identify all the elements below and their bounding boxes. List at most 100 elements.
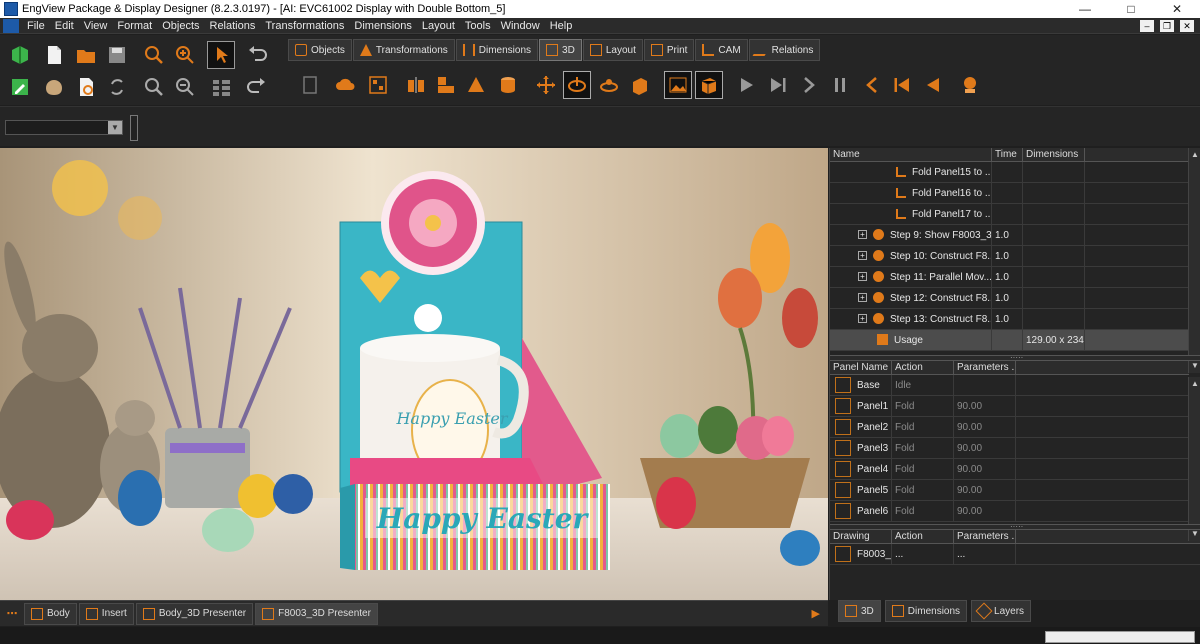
view-combo[interactable]: ▼ [5, 120, 123, 135]
zoom-in-icon[interactable] [171, 41, 199, 69]
open-folder-icon[interactable] [72, 41, 100, 69]
cell-action[interactable]: Fold [892, 395, 954, 417]
tab-cam[interactable]: CAM [695, 39, 748, 61]
tab-objects[interactable]: Objects [288, 39, 352, 61]
cell-parameter[interactable]: ... [954, 543, 1016, 565]
menu-dimensions[interactable]: Dimensions [349, 20, 416, 32]
tab-body-3d-presenter[interactable]: Body_3D Presenter [135, 602, 254, 625]
maximize-button[interactable]: □ [1108, 0, 1154, 18]
expand-icon[interactable]: + [858, 314, 867, 324]
table-row[interactable]: Base Idle [830, 374, 1189, 396]
play-icon[interactable] [732, 71, 760, 99]
table-row[interactable]: Fold Panel16 to ... [830, 182, 1189, 204]
cell-parameter[interactable]: 90.00 [954, 395, 1016, 417]
tab-3d-panel[interactable]: 3D [838, 600, 881, 622]
col-dimensions[interactable]: Dimensions [1023, 148, 1085, 161]
tab-dimensions-panel[interactable]: Dimensions [884, 600, 968, 622]
tab-dimensions[interactable]: Dimensions [455, 39, 539, 61]
chevron-right-icon[interactable]: ▶ [812, 607, 820, 620]
rotate-icon[interactable] [563, 71, 591, 99]
panels-icon[interactable] [364, 71, 392, 99]
cylinder-icon[interactable] [494, 71, 522, 99]
table-row[interactable]: Panel1 Fold 90.00 [830, 395, 1189, 417]
col-parameters[interactable]: Parameters ... [954, 361, 1016, 374]
select-arrow-icon[interactable] [207, 41, 235, 69]
minimize-button[interactable]: — [1062, 0, 1108, 18]
table-row[interactable]: + Step 11: Parallel Mov... 1.0 [830, 266, 1189, 288]
cell-parameter[interactable]: 90.00 [954, 416, 1016, 438]
col-action[interactable]: Action [892, 530, 954, 543]
save-icon[interactable] [103, 41, 131, 69]
tab-print[interactable]: Print [643, 39, 695, 61]
image-icon[interactable] [664, 71, 692, 99]
menu-objects[interactable]: Objects [157, 20, 204, 32]
zoom-fit-icon[interactable] [140, 73, 168, 101]
light-icon[interactable] [956, 71, 984, 99]
cell-action[interactable]: Fold [892, 458, 954, 480]
chevron-down-icon[interactable]: ▼ [108, 121, 122, 134]
close-button[interactable]: ✕ [1154, 0, 1200, 18]
scroll-up-icon[interactable]: ▲ [1189, 378, 1200, 390]
table-row[interactable]: Panel3 Fold 90.00 [830, 437, 1189, 459]
table-row[interactable]: Panel6 Fold 90.00 [830, 500, 1189, 522]
menu-window[interactable]: Window [496, 20, 545, 32]
table-row[interactable]: Usage 129.00 x 234.... [830, 329, 1189, 351]
menu-format[interactable]: Format [112, 20, 157, 32]
cell-parameter[interactable]: 90.00 [954, 500, 1016, 522]
grid-icon[interactable] [207, 73, 235, 101]
menu-file[interactable]: File [22, 20, 50, 32]
edit-icon[interactable] [6, 73, 34, 101]
box-view-icon[interactable] [626, 71, 654, 99]
scene-canvas[interactable]: Happy Easter Happy Easter [0, 148, 828, 600]
move-icon[interactable] [532, 71, 560, 99]
table-row[interactable]: + Step 9: Show F8003_3... 1.0 [830, 224, 1189, 246]
reverse-play-icon[interactable] [920, 71, 948, 99]
menu-transformations[interactable]: Transformations [260, 20, 349, 32]
cell-parameter[interactable]: 90.00 [954, 458, 1016, 480]
cell-parameter[interactable]: 90.00 [954, 479, 1016, 501]
table-row[interactable]: Fold Panel15 to ... [830, 161, 1189, 183]
menu-relations[interactable]: Relations [205, 20, 261, 32]
unfold-icon[interactable] [432, 71, 460, 99]
doc-restore-button[interactable]: ❐ [1160, 19, 1174, 32]
preview-icon[interactable] [72, 73, 100, 101]
step-back-icon[interactable] [888, 71, 916, 99]
doc-close-button[interactable]: ✕ [1180, 19, 1194, 32]
col-panel-name[interactable]: Panel Name [830, 361, 892, 374]
col-name[interactable]: Name [830, 148, 992, 161]
tab-layers-panel[interactable]: Layers [971, 600, 1032, 622]
cell-action[interactable]: ... [892, 543, 954, 565]
tab-insert[interactable]: Insert [78, 602, 134, 625]
3d-viewport[interactable]: Happy Easter Happy Easter [0, 148, 828, 600]
steps-scrollbar[interactable]: ▲ ▼ [1188, 148, 1200, 373]
tab-relations[interactable]: Relations [748, 39, 821, 61]
cell-action[interactable]: Fold [892, 416, 954, 438]
expand-icon[interactable]: + [858, 251, 867, 261]
undo-icon[interactable] [243, 41, 271, 69]
page-icon[interactable] [296, 71, 324, 99]
cell-parameter[interactable] [954, 374, 1016, 396]
cell-parameter[interactable]: 90.00 [954, 437, 1016, 459]
app-logo-icon[interactable] [6, 41, 34, 69]
table-row[interactable]: + Step 10: Construct F8... 1.0 [830, 245, 1189, 267]
table-row[interactable]: Panel2 Fold 90.00 [830, 416, 1189, 438]
menu-tools[interactable]: Tools [460, 20, 496, 32]
menu-view[interactable]: View [79, 20, 113, 32]
step-forward-icon[interactable] [764, 71, 792, 99]
menu-layout[interactable]: Layout [417, 20, 460, 32]
doc-minimize-button[interactable]: – [1140, 19, 1154, 32]
redo-icon[interactable] [243, 73, 271, 101]
panel-splitter[interactable]: ····· [830, 523, 1200, 531]
panel-splitter[interactable]: ····· [830, 354, 1200, 362]
tab-body[interactable]: Body [24, 602, 77, 625]
cell-action[interactable]: Fold [892, 479, 954, 501]
menu-help[interactable]: Help [545, 20, 578, 32]
expand-icon[interactable]: + [858, 293, 867, 303]
expand-icon[interactable]: + [858, 272, 867, 282]
tab-3d[interactable]: 3D [539, 39, 582, 61]
col-time[interactable]: Time [992, 148, 1023, 161]
zoom-icon[interactable] [140, 41, 168, 69]
cell-action[interactable]: Fold [892, 437, 954, 459]
previous-icon[interactable] [858, 71, 886, 99]
document-icon[interactable] [3, 18, 19, 33]
